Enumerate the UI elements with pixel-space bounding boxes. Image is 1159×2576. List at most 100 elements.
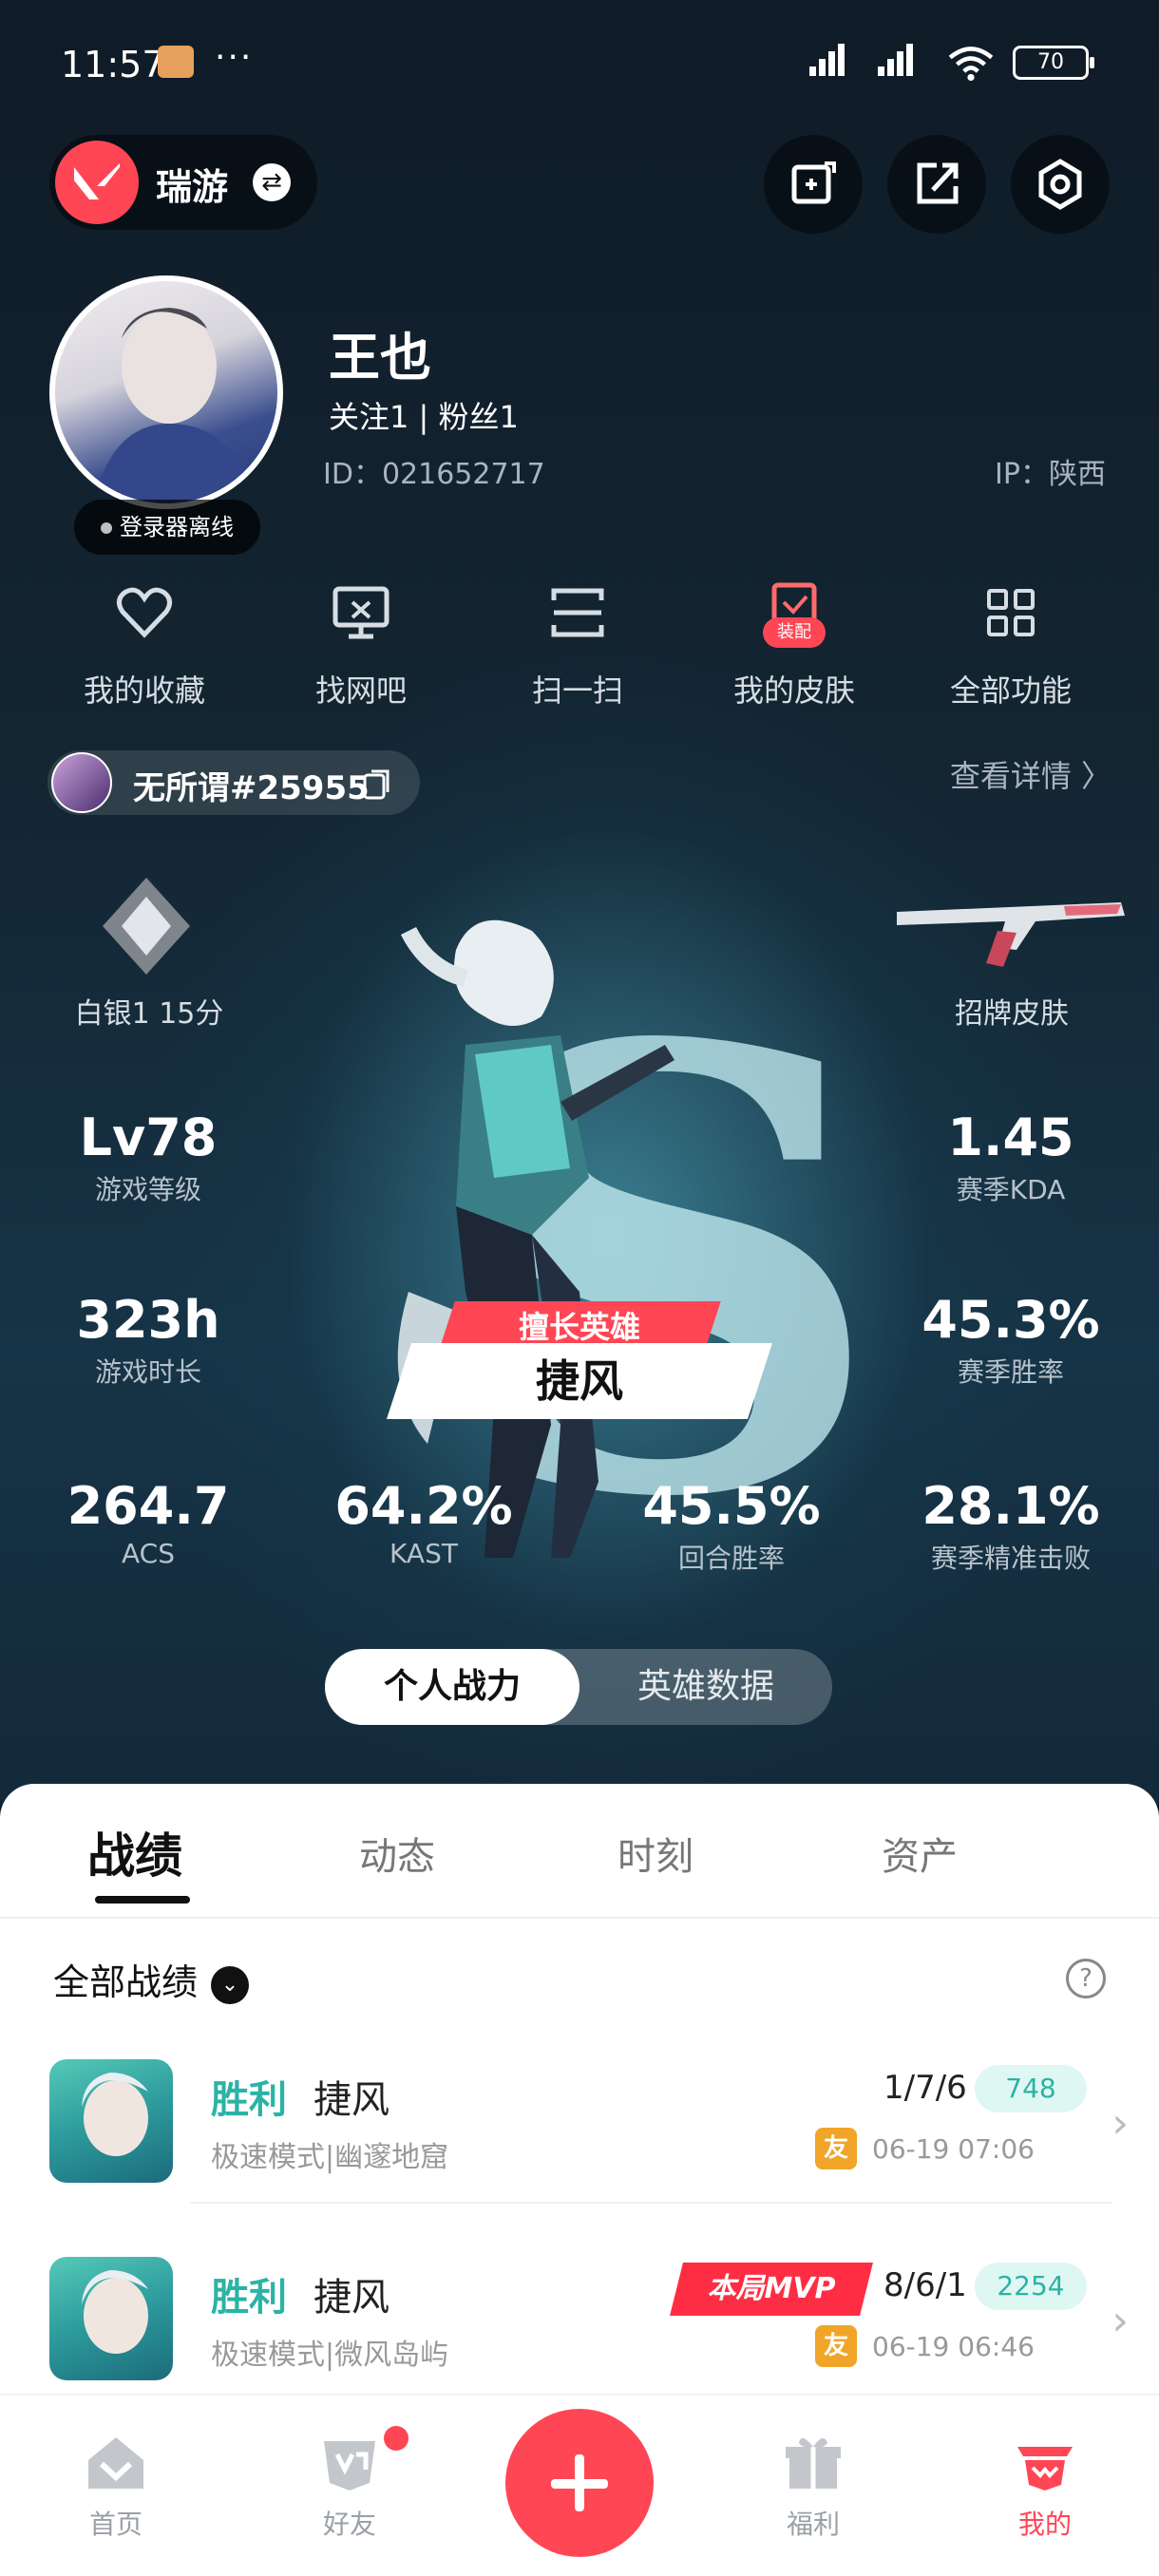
quick-action-all-features[interactable]: 全部功能 bbox=[916, 579, 1106, 710]
nav-label: 好友 bbox=[322, 2509, 376, 2540]
edit-photo-button[interactable] bbox=[764, 135, 863, 234]
skin-label: 招牌皮肤 bbox=[955, 997, 1069, 1031]
match-score: 2254 bbox=[975, 2263, 1087, 2310]
match-datetime: 06-19 07:06 bbox=[872, 2133, 1035, 2165]
match-row[interactable]: 胜利 捷风 极速模式|幽邃地窟 1/7/6 748 友 06-19 07:06 … bbox=[0, 2033, 1159, 2204]
match-row[interactable]: 胜利 捷风 极速模式|微风岛屿 本局MVP 8/6/1 2254 友 06-19… bbox=[0, 2230, 1159, 2401]
tab-assets[interactable]: 资产 bbox=[882, 1826, 958, 1881]
records-filter-label: 全部战绩 bbox=[53, 1961, 199, 2003]
quick-action-find-netcafe[interactable]: 找网吧 bbox=[266, 579, 456, 710]
match-mode: 极速模式|幽邃地窟 bbox=[211, 2141, 449, 2174]
skin-icon: 装配 bbox=[761, 579, 827, 648]
riot-avatar bbox=[51, 752, 112, 813]
tab-activity[interactable]: 动态 bbox=[359, 1826, 435, 1881]
stats-segment-control[interactable]: 个人战力 英雄数据 bbox=[325, 1649, 832, 1725]
stat-hours: 323h 游戏时长 bbox=[15, 1292, 281, 1390]
status-time: 11:57 bbox=[61, 44, 165, 85]
stat-value: 264.7 bbox=[66, 1476, 230, 1536]
match-score: 748 bbox=[975, 2065, 1087, 2112]
settings-icon bbox=[1038, 159, 1082, 210]
quick-action-favorites[interactable]: 我的收藏 bbox=[49, 579, 239, 710]
notification-app-icon bbox=[158, 46, 194, 78]
grid-icon bbox=[978, 579, 1044, 646]
best-agent-name-card[interactable]: 捷风 bbox=[387, 1343, 772, 1419]
mvp-text: 本局MVP bbox=[707, 2272, 836, 2305]
stat-value: 45.5% bbox=[642, 1476, 821, 1536]
nav-home[interactable]: 首页 bbox=[49, 2432, 182, 2542]
friends-icon bbox=[324, 2441, 375, 2491]
tab-records[interactable]: 战绩 bbox=[87, 1818, 182, 1886]
content-tabs: 战绩 动态 时刻 资产 bbox=[0, 1822, 1159, 1907]
equip-tag: 装配 bbox=[763, 617, 826, 648]
quick-action-scan[interactable]: 扫一扫 bbox=[483, 579, 673, 710]
segment-personal-power[interactable]: 个人战力 bbox=[325, 1649, 580, 1725]
weapon-skin-icon[interactable] bbox=[893, 893, 1130, 969]
wifi-icon bbox=[948, 47, 994, 82]
agent-thumbnail bbox=[49, 2257, 173, 2380]
match-agent: 捷风 bbox=[314, 2078, 390, 2122]
nav-label: 福利 bbox=[786, 2509, 840, 2540]
chevron-down-icon: ⌄ bbox=[211, 1965, 250, 2004]
signal-icon-2 bbox=[878, 44, 916, 82]
stat-value: 64.2% bbox=[334, 1476, 513, 1536]
match-mode: 极速模式|微风岛屿 bbox=[211, 2339, 449, 2372]
gift-icon bbox=[786, 2437, 841, 2489]
user-id: ID：021652717 bbox=[323, 458, 545, 491]
help-icon[interactable]: ? bbox=[1066, 1959, 1106, 1998]
rank-silver-icon bbox=[103, 878, 190, 975]
match-result: 胜利 bbox=[211, 2078, 287, 2122]
nav-label: 首页 bbox=[88, 2509, 142, 2540]
stat-winrate: 45.3% 赛季胜率 bbox=[878, 1292, 1144, 1390]
stat-value: 1.45 bbox=[947, 1108, 1074, 1167]
share-button[interactable] bbox=[887, 135, 986, 234]
share-icon bbox=[917, 162, 959, 204]
stat-acs: 264.7 ACS bbox=[15, 1476, 281, 1570]
stat-label: ACS bbox=[122, 1538, 175, 1570]
nav-benefits[interactable]: 福利 bbox=[747, 2432, 880, 2542]
stat-defeat: 28.1% 赛季精准击败 bbox=[878, 1478, 1144, 1576]
stat-label: 赛季KDA bbox=[956, 1174, 1066, 1206]
rank-label: 白银1 15分 bbox=[74, 997, 224, 1031]
tab-moments[interactable]: 时刻 bbox=[618, 1826, 694, 1881]
stat-label: 游戏时长 bbox=[94, 1356, 201, 1389]
valorant-logo-icon bbox=[55, 141, 139, 224]
create-post-button[interactable] bbox=[505, 2409, 654, 2557]
settings-button[interactable] bbox=[1011, 135, 1110, 234]
quick-action-label: 我的皮肤 bbox=[732, 672, 855, 709]
stat-label: 赛季精准击败 bbox=[930, 1543, 1091, 1575]
records-filter[interactable]: 全部战绩 ⌄ bbox=[53, 1953, 250, 2005]
stat-value: 28.1% bbox=[922, 1476, 1100, 1536]
avatar[interactable] bbox=[49, 275, 283, 509]
best-agent-name: 捷风 bbox=[536, 1355, 623, 1407]
row-divider bbox=[190, 2202, 1112, 2204]
match-kda: 8/6/1 bbox=[884, 2266, 967, 2304]
tabs-divider bbox=[0, 1917, 1159, 1919]
nav-label: 我的 bbox=[1017, 2509, 1072, 2540]
view-details-link[interactable]: 查看详情 〉 bbox=[950, 752, 1112, 796]
swap-icon: ⇄ bbox=[253, 163, 291, 201]
app-switcher[interactable]: 瑞游 ⇄ bbox=[49, 135, 317, 230]
riot-account-pill[interactable]: 无所谓#25955 bbox=[48, 750, 420, 815]
home-icon bbox=[88, 2437, 143, 2489]
stat-label: 游戏等级 bbox=[94, 1174, 201, 1206]
status-more: ··· bbox=[215, 38, 254, 77]
offline-dot-icon bbox=[101, 522, 112, 534]
match-datetime: 06-19 06:46 bbox=[872, 2331, 1035, 2362]
quick-action-label: 扫一扫 bbox=[531, 672, 623, 709]
follow-stats[interactable]: 关注1 | 粉丝1 bbox=[329, 393, 519, 437]
stat-label: 回合胜率 bbox=[677, 1543, 785, 1575]
quick-action-my-skins[interactable]: 装配 我的皮肤 bbox=[699, 579, 889, 710]
nav-me[interactable]: 我的 bbox=[978, 2432, 1112, 2542]
stat-label: 赛季胜率 bbox=[957, 1356, 1064, 1389]
friend-badge: 友 bbox=[815, 2325, 857, 2367]
stat-round-win: 45.5% 回合胜率 bbox=[598, 1478, 864, 1576]
copy-icon[interactable] bbox=[363, 767, 391, 800]
quick-action-label: 找网吧 bbox=[314, 672, 407, 709]
stat-label: KAST bbox=[390, 1538, 458, 1570]
stat-value: Lv78 bbox=[79, 1108, 218, 1167]
stat-value: 45.3% bbox=[922, 1290, 1100, 1350]
friends-notification-dot bbox=[384, 2426, 408, 2451]
quick-action-label: 我的收藏 bbox=[83, 672, 205, 709]
segment-agent-data[interactable]: 英雄数据 bbox=[580, 1649, 832, 1725]
stat-kda: 1.45 赛季KDA bbox=[878, 1109, 1144, 1207]
